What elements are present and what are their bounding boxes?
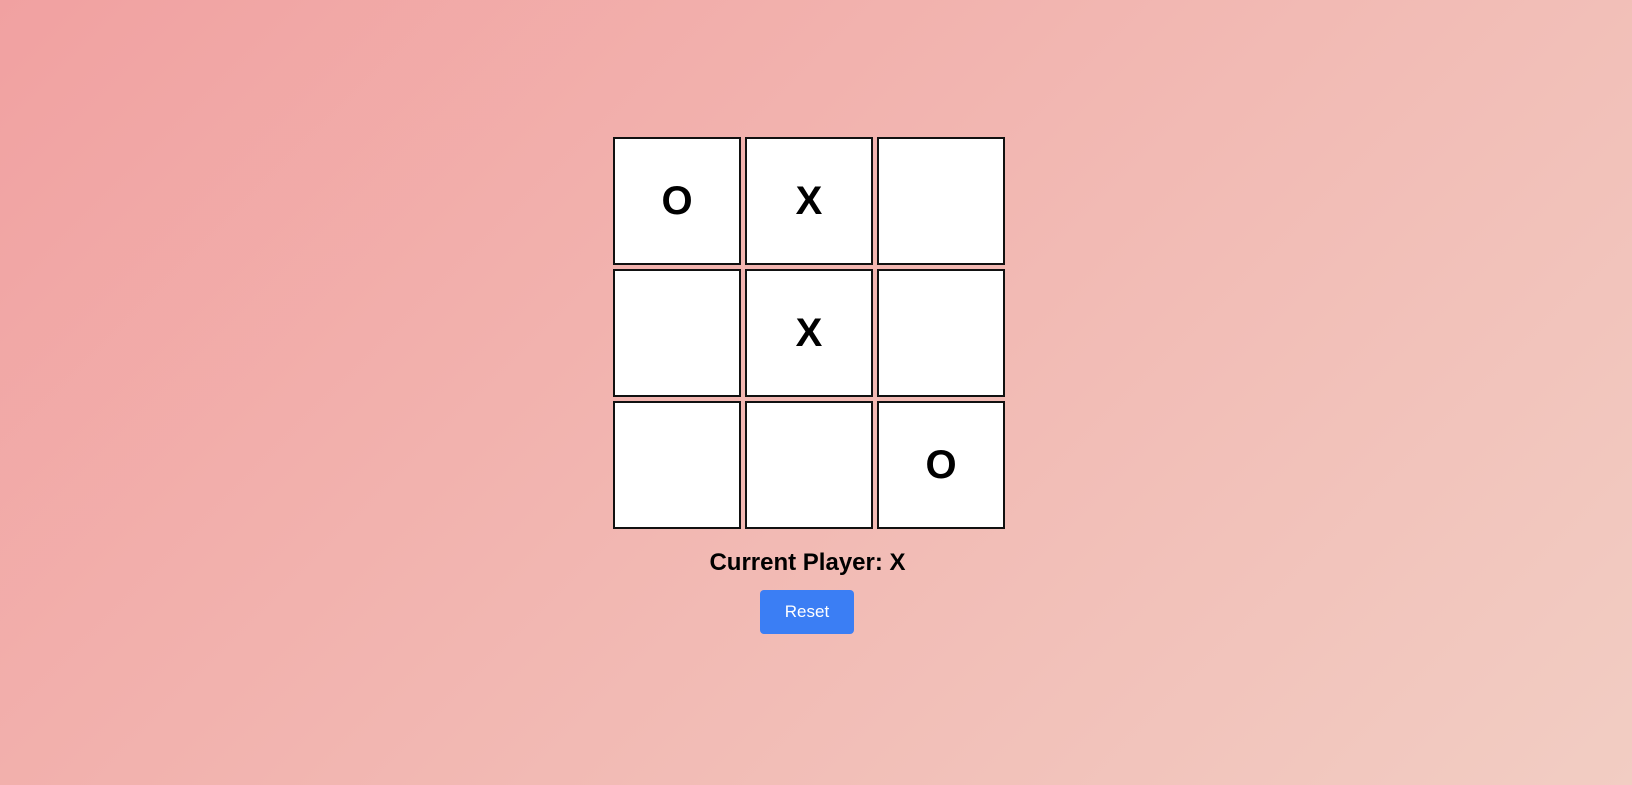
game-board: O X X O (613, 137, 1005, 529)
board-cell-1[interactable]: O (613, 137, 741, 265)
board-cell-8[interactable] (745, 401, 873, 529)
board-cell-2[interactable]: X (745, 137, 873, 265)
board-cell-5[interactable]: X (745, 269, 873, 397)
board-cell-3[interactable] (877, 137, 1005, 265)
board-cell-7[interactable] (613, 401, 741, 529)
board-cell-4[interactable] (613, 269, 741, 397)
board-cell-9[interactable]: O (877, 401, 1005, 529)
reset-button[interactable]: Reset (760, 590, 854, 634)
board-cell-6[interactable] (877, 269, 1005, 397)
current-player-status: Current Player: X (709, 549, 906, 576)
